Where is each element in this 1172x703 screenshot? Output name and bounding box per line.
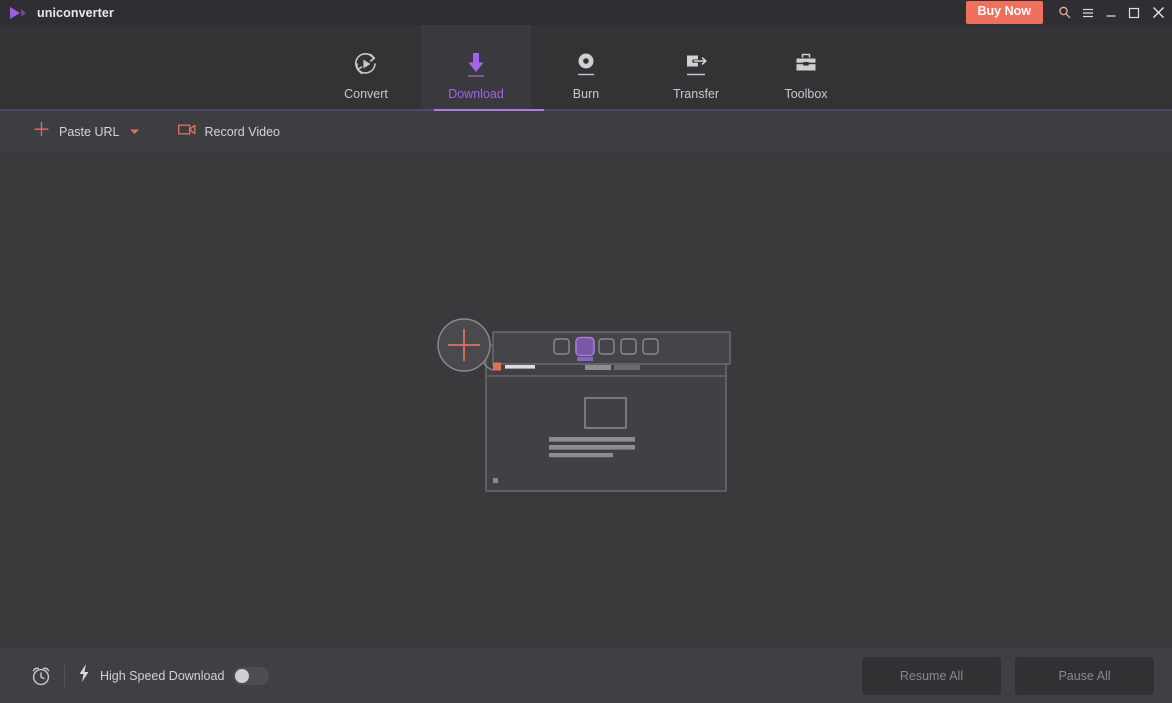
nav-label-transfer: Transfer (672, 87, 720, 101)
alarm-clock-icon[interactable] (22, 648, 60, 703)
window-controls: Buy Now (965, 0, 1172, 25)
resume-all-button[interactable]: Resume All (862, 656, 1001, 695)
burn-disc-icon (571, 47, 601, 81)
paste-url-label: Paste URL (59, 124, 120, 139)
empty-state-illustration (437, 310, 737, 495)
search-icon[interactable] (1053, 0, 1076, 25)
nav-item-toolbox[interactable]: Toolbox (751, 25, 861, 111)
app-title: uniconverter (37, 5, 114, 20)
convert-refresh-play-icon (351, 47, 381, 81)
status-bar: High Speed Download Resume All Pause All (0, 648, 1172, 703)
high-speed-download-control: High Speed Download (77, 663, 270, 688)
camcorder-icon (178, 123, 196, 141)
chevron-down-icon[interactable] (129, 128, 140, 135)
minimize-icon[interactable] (1099, 0, 1122, 25)
nav-label-download: Download (448, 87, 504, 101)
nav-item-convert[interactable]: Convert (311, 25, 421, 111)
close-icon[interactable] (1145, 0, 1172, 25)
divider (64, 664, 65, 687)
paste-url-button[interactable]: ＋ Paste URL (28, 111, 144, 152)
record-video-label: Record Video (204, 124, 280, 139)
play-triangle-logo-icon (8, 5, 28, 21)
nav-label-toolbox: Toolbox (784, 87, 828, 101)
title-bar: uniconverter Buy Now (0, 0, 1172, 25)
transfer-export-icon (681, 47, 711, 81)
brand: uniconverter (0, 5, 114, 21)
nav-label-convert: Convert (344, 87, 388, 101)
bulk-actions: Resume All Pause All (862, 656, 1172, 695)
download-toolbar: ＋ Paste URL Record Video Downloading Fin… (0, 111, 1172, 257)
pause-all-button[interactable]: Pause All (1015, 656, 1154, 695)
nav-item-burn[interactable]: Burn (531, 25, 641, 111)
high-speed-download-label: High Speed Download (100, 668, 225, 683)
buy-now-button[interactable]: Buy Now (965, 1, 1043, 24)
toolbox-briefcase-icon (791, 47, 821, 81)
nav-item-transfer[interactable]: Transfer (641, 25, 751, 111)
nav-label-burn: Burn (572, 87, 600, 101)
maximize-icon[interactable] (1122, 0, 1145, 25)
main-navigation: Convert Download Burn Transfer Toolbox (0, 25, 1172, 111)
lightning-bolt-icon (77, 663, 91, 688)
plus-icon: ＋ (32, 120, 52, 141)
record-video-button[interactable]: Record Video (174, 111, 284, 152)
nav-item-download[interactable]: Download (421, 25, 531, 111)
high-speed-download-toggle[interactable] (233, 666, 270, 685)
download-arrow-icon (461, 47, 491, 81)
toggle-knob (235, 668, 250, 683)
download-list-area (0, 152, 1172, 648)
hamburger-menu-icon[interactable] (1076, 0, 1099, 25)
